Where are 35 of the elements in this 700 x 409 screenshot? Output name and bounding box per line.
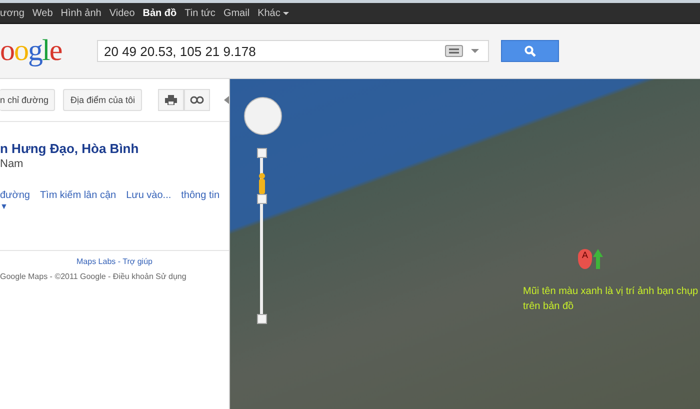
annotation-text: Mũi tên màu xanh là vị trí ảnh bạn chụp trên bản đồ (523, 285, 700, 314)
nav-link[interactable]: Khác (258, 8, 290, 18)
search-button[interactable] (501, 40, 559, 62)
google-logo[interactable]: oogle (0, 34, 97, 68)
toolbar-button[interactable]: Địa điểm của tôi (63, 89, 142, 111)
pegman-icon[interactable] (257, 172, 267, 194)
nav-link[interactable]: Hình ảnh (60, 8, 102, 18)
nav-link[interactable]: Web (32, 8, 53, 18)
action-link[interactable]: đường (0, 190, 30, 201)
place-address: Nam (0, 158, 24, 170)
footer-link[interactable]: Maps Labs - Trợ giúp (0, 257, 229, 266)
nav-link[interactable]: Video (109, 8, 135, 18)
arrow-icon (593, 249, 603, 269)
map-marker[interactable]: A (578, 249, 592, 269)
search-field[interactable]: 20 49 20.53, 105 21 9.178 (97, 40, 489, 62)
pan-control[interactable] (244, 97, 282, 135)
copyright-text: Google Maps - ©2011 Google - Điều khoản Sử dụng (0, 272, 188, 281)
print-button[interactable] (158, 89, 184, 111)
place-title[interactable]: n Hưng Đạo, Hòa Bình (0, 141, 229, 156)
satellite-map[interactable]: A Mũi tên màu xanh là vị trí ảnh bạn chụp trên bản đồ (230, 79, 700, 409)
nav-link[interactable]: ương (0, 8, 24, 18)
nav-link[interactable]: Bản đồ (142, 8, 177, 18)
action-link[interactable]: thông tin (181, 190, 220, 201)
search-icon (524, 45, 536, 57)
keyboard-icon[interactable] (445, 45, 463, 57)
nav-link[interactable]: Tin tức (184, 8, 216, 18)
printer-icon (165, 95, 177, 105)
nav-link[interactable]: Gmail (223, 8, 250, 18)
more-arrow[interactable]: ▼ (0, 202, 229, 211)
link-button[interactable] (184, 89, 210, 111)
dropdown-caret-icon[interactable] (471, 49, 479, 53)
toolbar-button[interactable]: n chỉ đường (0, 89, 56, 111)
action-link[interactable]: Tìm kiếm lân cận (40, 190, 116, 201)
action-link[interactable]: Lưu vào... (126, 190, 172, 201)
link-icon (190, 96, 204, 104)
